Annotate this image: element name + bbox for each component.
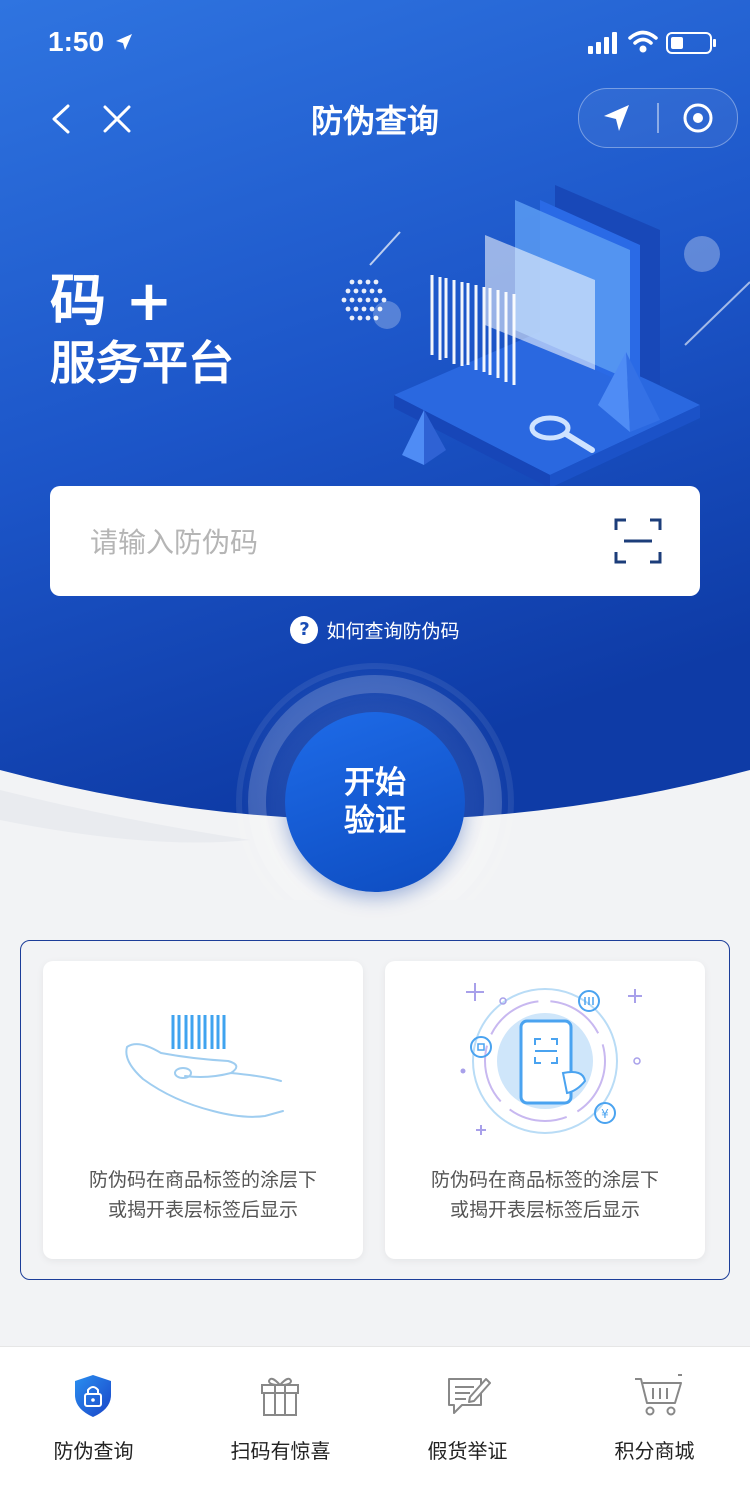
- hero-illustration: [341, 185, 750, 488]
- hero-headline-line2: 服务平台: [50, 336, 234, 390]
- wifi-icon: [628, 30, 658, 53]
- tab-scan-surprise[interactable]: 扫码有惊喜: [187, 1347, 374, 1487]
- instruction-card-label: 防伪码在商品标签的涂层下 或揭开表层标签后显示: [43, 961, 363, 1259]
- start-verify-label: 开始验证: [344, 765, 406, 839]
- phone-scan-icon: ¥: [460, 983, 642, 1135]
- tab-label-report-fake: 假货举证: [427, 1439, 508, 1463]
- tab-label-points-mall: 积分商城: [614, 1439, 695, 1463]
- tab-label-scan-surprise: 扫码有惊喜: [230, 1439, 331, 1463]
- shopping-cart-icon: [635, 1374, 682, 1416]
- record-icon[interactable]: [681, 101, 715, 135]
- tab-points-mall[interactable]: 积分商城: [561, 1347, 748, 1487]
- instruction-text-1-line1: 防伪码在商品标签的涂层下: [88, 1169, 317, 1191]
- battery-icon: [666, 32, 716, 54]
- how-to-query-link[interactable]: ? 如何查询防伪码: [0, 616, 750, 648]
- hero-headline: 码 + 服务平台: [50, 270, 234, 392]
- location-arrow-icon: [116, 34, 132, 50]
- instructions-panel: 防伪码在商品标签的涂层下 或揭开表层标签后显示 ¥ 防伪码在商品标签的涂层下 或…: [20, 940, 730, 1280]
- question-icon: ?: [290, 616, 319, 644]
- message-edit-icon: [448, 1378, 491, 1414]
- mini-program-capsule: [578, 88, 738, 148]
- how-to-query-text: 如何查询防伪码: [326, 620, 460, 643]
- svg-text:¥: ¥: [601, 1107, 609, 1121]
- tab-report-fake[interactable]: 假货举证: [374, 1347, 561, 1487]
- tab-anti-counterfeit[interactable]: 防伪查询: [0, 1347, 187, 1487]
- signal-icon: [588, 32, 617, 54]
- search-box: [50, 486, 700, 596]
- instruction-text-1-line2: 或揭开表层标签后显示: [107, 1199, 298, 1221]
- instruction-text-1: 防伪码在商品标签的涂层下 或揭开表层标签后显示: [43, 1165, 363, 1225]
- instruction-text-2-line1: 防伪码在商品标签的涂层下: [430, 1169, 659, 1191]
- start-verify-button[interactable]: 开始验证: [285, 712, 465, 892]
- status-time: 1:50: [48, 26, 105, 57]
- hand-barcode-icon: [125, 1015, 284, 1118]
- status-bar: 1:50: [0, 0, 750, 88]
- tab-label-anti-counterfeit: 防伪查询: [53, 1439, 134, 1463]
- hero-headline-line1: 码 +: [50, 269, 173, 334]
- anti-counterfeit-code-input[interactable]: [88, 516, 572, 568]
- gift-icon: [261, 1377, 299, 1416]
- navigation-icon[interactable]: [601, 102, 633, 134]
- instruction-card-scan: ¥ 防伪码在商品标签的涂层下 或揭开表层标签后显示: [385, 961, 705, 1259]
- instruction-text-2: 防伪码在商品标签的涂层下 或揭开表层标签后显示: [385, 1165, 705, 1225]
- nav-bar: 防伪查询: [0, 88, 750, 150]
- bottom-tab-bar: 防伪查询 扫码有惊喜 假货举证 积分商城: [0, 1346, 750, 1487]
- instruction-text-2-line2: 或揭开表层标签后显示: [449, 1199, 640, 1221]
- scan-icon[interactable]: [614, 518, 662, 564]
- shield-lock-icon: [75, 1375, 111, 1417]
- capsule-divider: [657, 103, 659, 133]
